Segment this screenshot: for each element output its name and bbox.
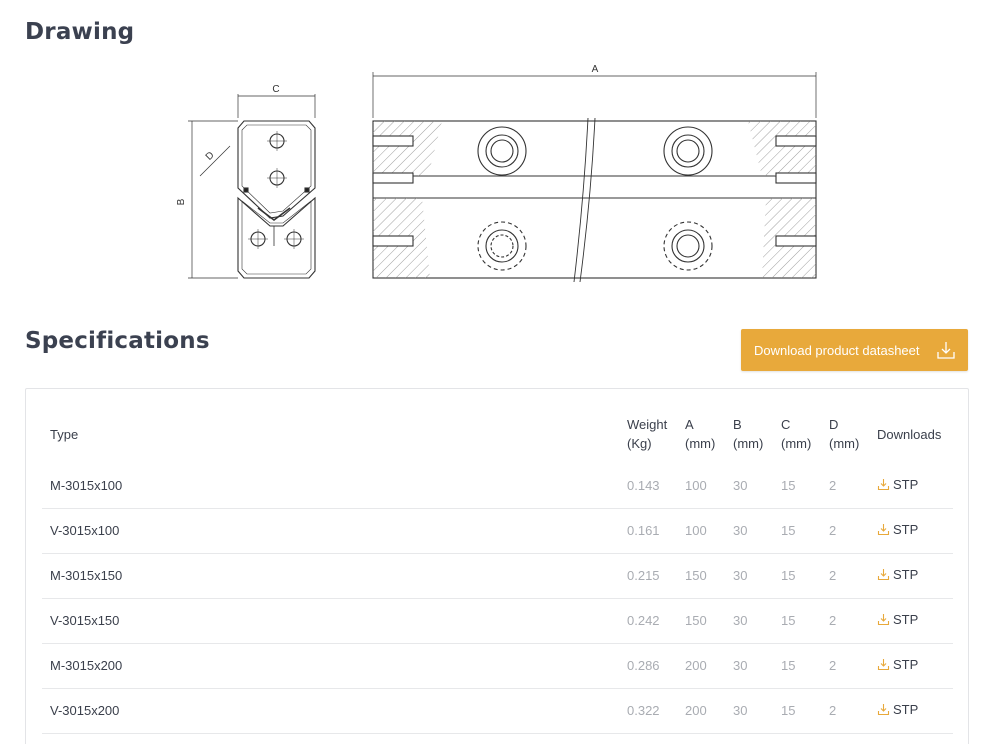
column-header-downloads: Downloads (877, 426, 942, 442)
cell-weight: 0.143 (627, 463, 685, 509)
download-icon (937, 342, 955, 359)
cell-c: 15 (781, 643, 829, 689)
cell-a: 150 (685, 598, 733, 644)
specifications-heading: Specifications (25, 328, 210, 354)
cell-download: STP (877, 643, 953, 689)
stp-download-link[interactable]: STP (877, 702, 918, 717)
dimension-label-b: B (176, 198, 187, 205)
cell-weight: 0.322 (627, 688, 685, 734)
column-header-c: C (mm) (781, 417, 812, 451)
cell-d: 2 (829, 733, 877, 744)
cell-b: 30 (733, 733, 781, 744)
cell-download: STP (877, 463, 953, 509)
technical-drawing: C B D A (176, 64, 817, 283)
cell-c: 15 (781, 508, 829, 554)
column-header-weight: Weight (Kg) (627, 417, 668, 451)
table-row: M-3015x3000.42930030152STP (42, 733, 953, 744)
cell-download: STP (877, 688, 953, 734)
download-icon (877, 659, 890, 671)
cell-c: 15 (781, 463, 829, 509)
cell-d: 2 (829, 643, 877, 689)
dimension-label-a: A (592, 64, 599, 75)
specifications-table-card: Type Weight (Kg) A (mm) B (mm) C (mm) D (mm) … (25, 388, 969, 744)
cell-d: 2 (829, 598, 877, 644)
download-datasheet-label: Download product datasheet (754, 342, 920, 358)
download-icon (877, 704, 890, 716)
drawing-heading: Drawing (25, 19, 135, 45)
cell-b: 30 (733, 688, 781, 734)
download-icon (877, 478, 890, 490)
cell-type: V-3015x200 (42, 688, 627, 734)
cell-download: STP (877, 598, 953, 644)
table-row: V-3015x100 0.161 100 30 15 2 STP (42, 508, 953, 554)
cell-a: 200 (685, 643, 733, 689)
cell-download: STP (877, 508, 953, 554)
cell-d: 2 (829, 463, 877, 509)
cell-weight: 0.242 (627, 598, 685, 644)
cell-b: 30 (733, 598, 781, 644)
stp-download-link[interactable]: STP (877, 657, 918, 672)
cell-c: 15 (781, 733, 829, 744)
download-datasheet-button[interactable]: Download product datasheet (741, 329, 968, 371)
cell-c: 15 (781, 688, 829, 734)
stp-download-link[interactable]: STP (877, 477, 918, 492)
table-header-row: Type Weight (Kg) A (mm) B (mm) C (mm) D (mm) … (42, 405, 953, 463)
download-icon (877, 569, 890, 581)
stp-download-label: STP (893, 476, 919, 492)
stp-download-label: STP (893, 612, 919, 627)
cell-type: M-3015x300 (42, 733, 627, 744)
cell-weight: 0.429 (627, 733, 685, 744)
cell-b: 30 (733, 508, 781, 554)
cell-weight: 0.286 (627, 643, 685, 689)
cell-c: 15 (781, 553, 829, 599)
column-header-b: B (mm) (733, 417, 764, 451)
column-header-d: D (mm) (829, 417, 860, 451)
cell-type: V-3015x150 (42, 598, 627, 644)
stp-download-label: STP (893, 702, 919, 717)
cell-a: 100 (685, 508, 733, 554)
stp-download-link[interactable]: STP (877, 522, 918, 537)
cell-d: 2 (829, 553, 877, 599)
table-row: M-3015x100 0.143 100 30 15 2 STP (42, 463, 953, 509)
download-icon (877, 524, 890, 536)
cell-b: 30 (733, 643, 781, 689)
specifications-table: Type Weight (Kg) A (mm) B (mm) C (mm) D (mm) … (42, 405, 953, 744)
table-row: M-3015x150 0.215 150 30 15 2 STP (42, 553, 953, 599)
dimension-label-c: C (272, 84, 279, 95)
cell-b: 30 (733, 553, 781, 599)
table-row: V-3015x200 0.322 200 30 15 2 STP (42, 688, 953, 734)
cell-type: V-3015x100 (42, 508, 627, 554)
cell-download: STP (877, 553, 953, 599)
cell-d: 2 (829, 508, 877, 554)
cell-weight: 0.215 (627, 553, 685, 599)
cell-a: 200 (685, 688, 733, 734)
stp-download-label: STP (893, 522, 919, 537)
stp-download-label: STP (893, 567, 919, 582)
cell-c: 15 (781, 598, 829, 644)
column-header-type: Type (50, 426, 79, 442)
stp-download-link[interactable]: STP (877, 567, 918, 582)
stp-download-link[interactable]: STP (877, 612, 918, 627)
column-header-a: A (mm) (685, 417, 716, 451)
cell-a: 300 (685, 733, 733, 744)
cell-a: 100 (685, 463, 733, 509)
dimension-label-d: D (204, 150, 217, 163)
cell-a: 150 (685, 553, 733, 599)
cell-type: M-3015x150 (42, 553, 627, 599)
cell-b: 30 (733, 463, 781, 509)
cell-d: 2 (829, 688, 877, 734)
table-row: V-3015x150 0.242 150 30 15 2 STP (42, 598, 953, 644)
cell-type: M-3015x100 (42, 463, 627, 509)
download-icon (877, 614, 890, 626)
cell-weight: 0.161 (627, 508, 685, 554)
cell-download: STP (877, 733, 953, 744)
cell-type: M-3015x200 (42, 643, 627, 689)
stp-download-label: STP (893, 657, 919, 672)
table-row: M-3015x200 0.286 200 30 15 2 STP (42, 643, 953, 689)
